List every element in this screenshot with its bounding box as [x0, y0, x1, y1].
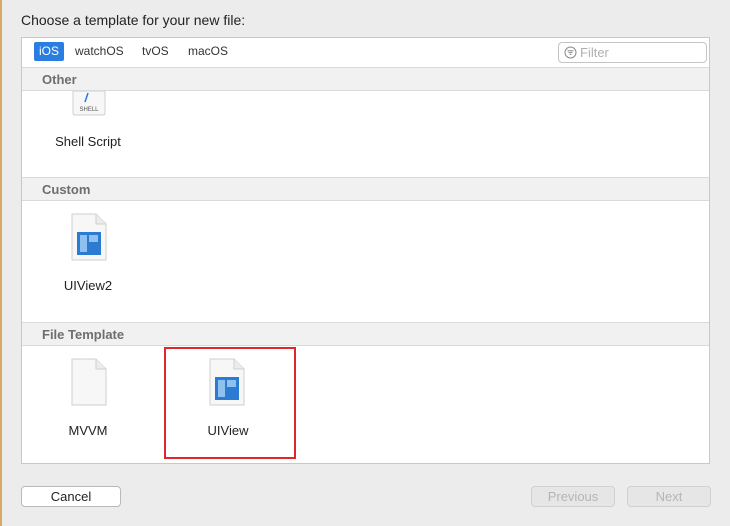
tab-tvos[interactable]: tvOS	[137, 42, 174, 61]
blank-file-icon	[71, 358, 107, 406]
cancel-button[interactable]: Cancel	[21, 486, 121, 507]
dialog-prompt: Choose a template for your new file:	[21, 12, 246, 28]
selection-highlight	[164, 347, 296, 459]
filter-icon	[564, 46, 577, 59]
template-item-shell-script[interactable]: SHELL Shell Script	[38, 91, 138, 175]
template-item-label: Shell Script	[55, 134, 121, 149]
tab-macos[interactable]: macOS	[183, 42, 233, 61]
template-panel: iOS watchOS tvOS macOS Other SHELL Shell…	[21, 37, 710, 464]
tab-watchos[interactable]: watchOS	[70, 42, 129, 61]
section-header-other: Other	[22, 67, 709, 91]
next-button[interactable]: Next	[627, 486, 711, 507]
svg-text:SHELL: SHELL	[79, 107, 99, 113]
previous-button[interactable]: Previous	[531, 486, 615, 507]
filter-field[interactable]	[558, 42, 707, 63]
window-left-edge	[0, 0, 2, 526]
shell-script-icon: SHELL	[72, 91, 106, 116]
uiview-file-icon	[71, 213, 107, 261]
filter-input[interactable]	[580, 45, 700, 60]
tab-ios[interactable]: iOS	[34, 42, 65, 61]
template-item-label: MVVM	[68, 423, 108, 438]
template-item-label: UIView2	[63, 278, 113, 293]
platform-toolbar: iOS watchOS tvOS macOS	[22, 38, 709, 67]
template-item-uiview2[interactable]: UIView2	[38, 213, 138, 303]
section-header-custom: Custom	[22, 177, 709, 201]
template-item-mvvm[interactable]: MVVM	[38, 358, 138, 448]
section-header-file-template: File Template	[22, 322, 709, 346]
